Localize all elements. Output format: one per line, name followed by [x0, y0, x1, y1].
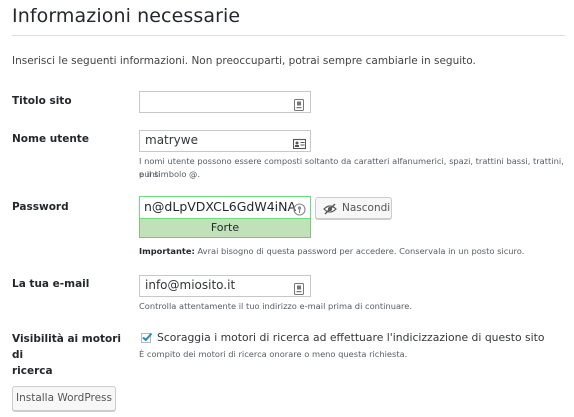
site-title-input[interactable] [139, 91, 311, 113]
password-value: n@dLpVDXCL6GdW4iNA [144, 199, 297, 214]
email-value: info@miosito.it [145, 278, 236, 292]
checkmark-icon [142, 332, 153, 342]
password-input[interactable]: n@dLpVDXCL6GdW4iNA [139, 196, 311, 219]
password-note-text: Avrai bisogno di questa password per acc… [194, 246, 525, 256]
contact-card-icon [292, 135, 307, 150]
hide-password-button[interactable]: Nascondi [315, 197, 392, 219]
visibility-label-line2: ricerca [12, 365, 53, 377]
eye-slash-icon [323, 202, 337, 215]
key-icon [293, 201, 306, 216]
password-note-strong: Importante: [139, 246, 195, 256]
install-wordpress-button[interactable]: Installa WordPress [12, 386, 116, 411]
visibility-label: Visibilità ai motori di ricerca [12, 331, 130, 379]
keyboard-icon [293, 280, 305, 295]
username-description-1: I nomi utente possono essere composti so… [139, 156, 564, 179]
email-label: La tua e-mail [12, 278, 90, 290]
title-divider [12, 35, 565, 36]
username-input[interactable]: matrywe [139, 130, 311, 152]
site-title-label: Titolo sito [12, 95, 72, 107]
discourage-search-label[interactable]: Scoraggia i motori di ricerca ad effettu… [157, 331, 545, 344]
page-title: Informazioni necessarie [12, 5, 241, 27]
username-label: Nome utente [12, 133, 89, 145]
username-description-2: e il simbolo @. [139, 169, 200, 179]
discourage-search-checkbox[interactable] [141, 332, 153, 343]
hide-password-label: Nascondi [342, 202, 391, 214]
password-strength-meter: Forte [139, 219, 311, 238]
username-value: matrywe [145, 133, 198, 147]
email-description: Controlla attentamente il tuo indirizzo … [139, 301, 413, 311]
email-input[interactable]: info@miosito.it [139, 275, 311, 297]
visibility-label-line1: Visibilità ai motori di [12, 333, 121, 361]
password-note: Importante: Avrai bisogno di questa pass… [139, 245, 524, 258]
intro-text: Inserisci le seguenti informazioni. Non … [12, 55, 476, 67]
visibility-description: È compito dei motori di ricerca onorare … [139, 349, 408, 359]
keyboard-icon [293, 96, 305, 111]
password-label: Password [12, 201, 69, 213]
